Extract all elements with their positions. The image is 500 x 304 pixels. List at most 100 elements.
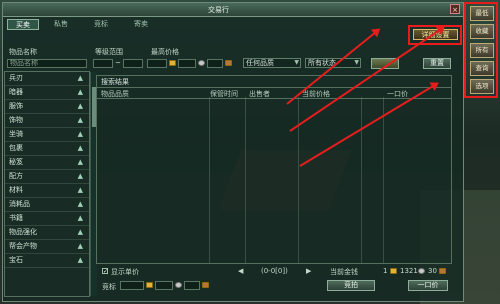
column-quality[interactable]: 物品品质 (101, 89, 129, 99)
tab-bidding[interactable]: 竞标 (85, 19, 117, 30)
category-label: 饰物 (9, 116, 23, 124)
show-unit-price-label: 显示单价 (111, 268, 139, 276)
column-seller[interactable]: 出售者 (249, 89, 270, 99)
triangle-up-icon: ▲ (77, 144, 83, 152)
column-divider (298, 97, 299, 263)
results-title: 搜索结果 (101, 78, 129, 86)
bid-button[interactable]: 竞拍 (327, 280, 375, 291)
column-divider (209, 97, 210, 263)
category-item[interactable]: 暗器 ▲ (5, 86, 89, 100)
bid-copper-input[interactable] (184, 281, 200, 290)
gold-coin-icon (146, 282, 153, 288)
results-header: 物品品质 保管时间 出售者 当前价格 一口价 (97, 87, 451, 99)
close-button[interactable]: × (450, 4, 460, 14)
chevron-down-icon: ▼ (294, 59, 299, 66)
category-item[interactable]: 服饰 ▲ (5, 100, 89, 114)
triangle-up-icon: ▲ (77, 186, 83, 194)
level-range-label: 等级范围 (95, 48, 123, 56)
category-label: 宝石 (9, 256, 23, 264)
money-gold: 1 (383, 267, 388, 275)
gold-coin-icon (390, 268, 397, 274)
column-buyout[interactable]: 一口价 (387, 89, 408, 99)
silver-coin-icon (175, 282, 182, 288)
column-current-price[interactable]: 当前价格 (302, 89, 330, 99)
category-label: 书籍 (9, 214, 23, 222)
category-item[interactable]: 配方 ▲ (5, 170, 89, 184)
category-label: 兵刃 (9, 74, 23, 82)
chevron-down-icon: ▼ (354, 59, 359, 66)
side-button-all[interactable]: 所有 (470, 43, 494, 58)
price-silver-input[interactable] (178, 59, 196, 68)
column-divider (361, 97, 362, 263)
range-dash: ~ (115, 59, 121, 67)
quality-value: 任何品质 (246, 59, 274, 67)
side-button-lowest[interactable]: 最低 (470, 6, 494, 21)
category-item[interactable]: 材料 ▲ (5, 184, 89, 198)
category-label: 坐骑 (9, 130, 23, 138)
category-item[interactable]: 包裹 ▲ (5, 142, 89, 156)
bid-gold-input[interactable] (120, 281, 144, 290)
tab-buy-sell[interactable]: 买卖 (7, 19, 39, 30)
triangle-up-icon: ▲ (77, 256, 83, 264)
level-min-input[interactable] (93, 59, 113, 68)
buyout-button[interactable]: 一口价 (408, 280, 448, 291)
category-label: 帮会产物 (9, 242, 37, 250)
max-price-label: 最高价格 (151, 48, 179, 56)
category-label: 配方 (9, 172, 23, 180)
price-copper-input[interactable] (207, 59, 223, 68)
item-name-input[interactable]: 物品名称 (7, 59, 87, 68)
triangle-up-icon: ▲ (77, 88, 83, 96)
triangle-up-icon: ▲ (77, 214, 83, 222)
window-titlebar[interactable]: 交易行 × (3, 3, 463, 17)
money-copper: 30 (428, 267, 437, 275)
category-label: 暗器 (9, 88, 23, 96)
triangle-up-icon: ▲ (77, 172, 83, 180)
category-list: 兵刃 ▲ 暗器 ▲ 服饰 ▲ 饰物 ▲ 坐骑 ▲ 包裹 ▲ 秘笈 ▲ 配方 ▲ 材料 ▲ 消耗品 ▲… (4, 71, 90, 297)
category-label: 材料 (9, 186, 23, 194)
column-divider (245, 97, 246, 263)
paging-text: (0-0[0]) (261, 267, 288, 275)
side-button-favorites[interactable]: 收藏 (470, 24, 494, 39)
tab-private-sale[interactable]: 私售 (45, 19, 77, 30)
bottom-bar: ✓ 显示单价 ◀ (0-0[0]) ▶ 当前金钱 1 1321 30 竞标 竞拍… (96, 265, 456, 299)
highlight-box-detail (408, 25, 462, 45)
category-label: 秘笈 (9, 158, 23, 166)
item-name-placeholder: 物品名称 (10, 59, 38, 67)
category-item[interactable]: 秘笈 ▲ (5, 156, 89, 170)
price-gold-input[interactable] (147, 59, 167, 68)
copper-coin-icon (225, 60, 232, 66)
category-label: 物品强化 (9, 228, 37, 236)
triangle-up-icon: ▲ (77, 130, 83, 138)
item-name-label: 物品名称 (9, 48, 37, 56)
money-silver: 1321 (400, 267, 418, 275)
triangle-up-icon: ▲ (77, 74, 83, 82)
reset-button[interactable]: 重置 (423, 58, 451, 69)
gold-coin-icon (169, 60, 176, 66)
window-title: 交易行 (208, 6, 229, 14)
silver-coin-icon (198, 60, 205, 66)
category-item[interactable]: 宝石 ▲ (5, 254, 89, 268)
level-max-input[interactable] (123, 59, 143, 68)
column-time[interactable]: 保管时间 (210, 89, 238, 99)
category-item[interactable]: 帮会产物 ▲ (5, 240, 89, 254)
category-item[interactable]: 物品强化 ▲ (5, 226, 89, 240)
category-item[interactable]: 兵刃 ▲ (5, 72, 89, 86)
tab-consignment[interactable]: 寄卖 (125, 19, 157, 30)
quality-dropdown[interactable]: 任何品质 ▼ (243, 58, 301, 68)
page-prev-icon[interactable]: ◀ (238, 267, 243, 275)
search-results-panel: 搜索结果 物品品质 保管时间 出售者 当前价格 一口价 (96, 75, 452, 264)
triangle-up-icon: ▲ (77, 158, 83, 166)
triangle-up-icon: ▲ (77, 242, 83, 250)
side-button-options[interactable]: 选项 (470, 79, 494, 94)
category-item[interactable]: 消耗品 ▲ (5, 198, 89, 212)
page-next-icon[interactable]: ▶ (306, 267, 311, 275)
category-item[interactable]: 书籍 ▲ (5, 212, 89, 226)
category-item[interactable]: 坐骑 ▲ (5, 128, 89, 142)
category-item[interactable]: 饰物 ▲ (5, 114, 89, 128)
copper-coin-icon (202, 282, 209, 288)
show-unit-price-checkbox[interactable]: ✓ (102, 268, 108, 275)
bid-silver-input[interactable] (155, 281, 173, 290)
triangle-up-icon: ▲ (77, 228, 83, 236)
triangle-up-icon: ▲ (77, 116, 83, 124)
side-button-query[interactable]: 查询 (470, 61, 494, 76)
